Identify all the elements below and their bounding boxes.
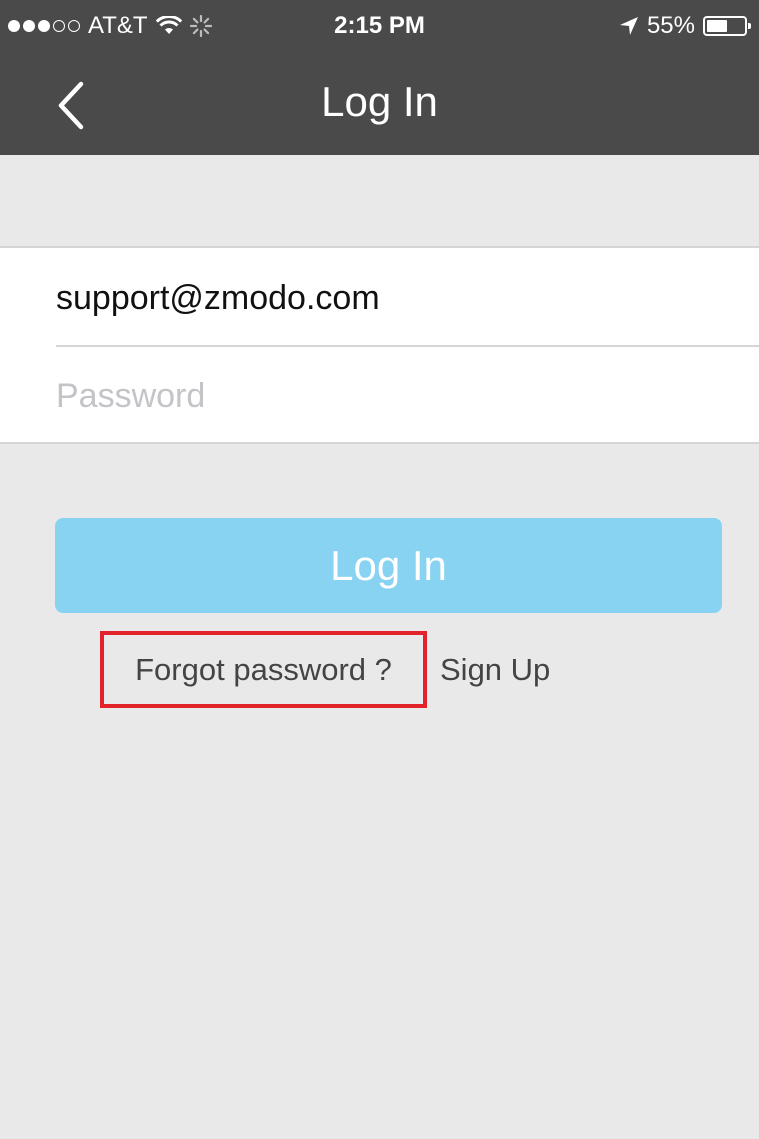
battery-icon <box>703 16 751 36</box>
location-arrow-icon <box>619 17 638 35</box>
field-divider <box>56 345 759 347</box>
battery-fill <box>707 20 727 32</box>
page-title: Log In <box>321 78 438 125</box>
login-form <box>0 246 759 444</box>
password-field[interactable] <box>56 348 759 444</box>
status-right: 55% <box>619 12 751 40</box>
email-field[interactable] <box>56 250 759 346</box>
status-bar: AT&T 2:15 PM 55% <box>0 0 759 60</box>
battery-percent: 55% <box>646 12 695 39</box>
sign-up-link[interactable]: Sign Up <box>440 631 550 708</box>
login-button[interactable]: Log In <box>55 518 722 613</box>
top-bar: AT&T 2:15 PM 55% Log In <box>0 0 759 155</box>
forgot-password-link[interactable]: Forgot password ? <box>100 631 427 708</box>
nav-bar: Log In <box>0 60 759 155</box>
login-screen: AT&T 2:15 PM 55% Log In support@zmodo.co… <box>0 0 759 1139</box>
